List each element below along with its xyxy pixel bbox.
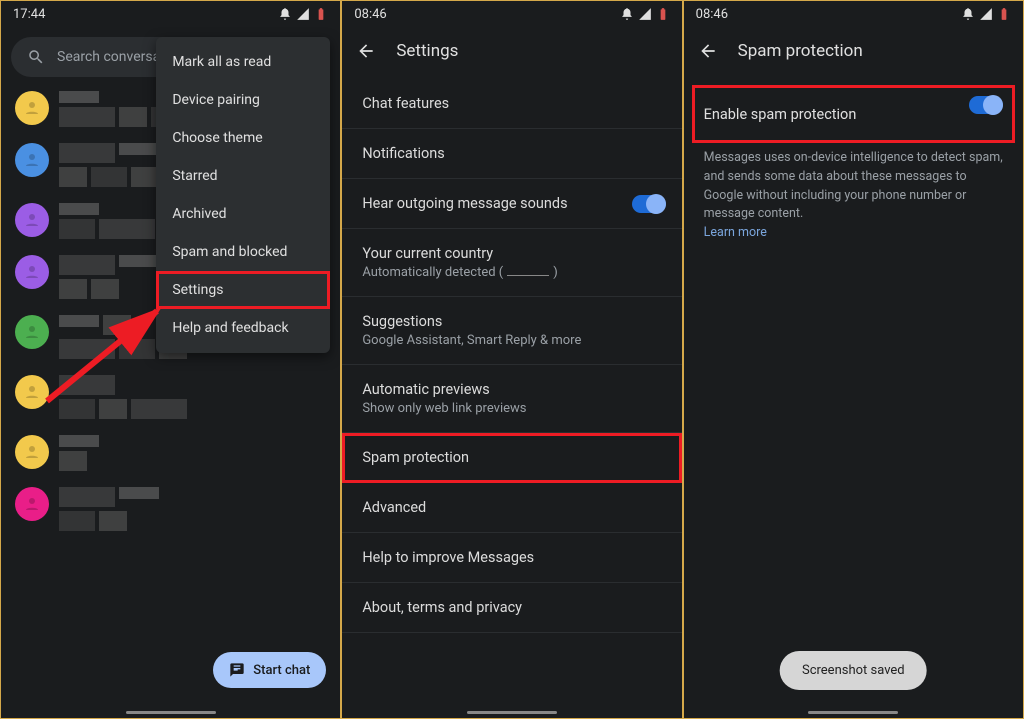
setting-chat-features[interactable]: Chat features (342, 79, 681, 129)
avatar (15, 315, 49, 349)
setting-sub: Automatically detected () (362, 265, 661, 280)
conversation-item[interactable] (5, 427, 336, 479)
setting-previews[interactable]: Automatic previews Show only web link pr… (342, 365, 681, 433)
avatar (15, 255, 49, 289)
learn-more-link[interactable]: Learn more (704, 225, 767, 240)
toggle-on[interactable] (632, 195, 666, 213)
status-icons (961, 7, 1011, 21)
screenshot-toast[interactable]: Screenshot saved (780, 651, 927, 690)
signal-icon (638, 7, 652, 21)
menu-archived[interactable]: Archived (156, 195, 330, 233)
spam-title: Spam protection (738, 41, 863, 61)
conversation-item[interactable] (5, 479, 336, 539)
menu-choose-theme[interactable]: Choose theme (156, 119, 330, 157)
nav-handle[interactable] (808, 711, 898, 714)
setting-suggestions[interactable]: Suggestions Google Assistant, Smart Repl… (342, 297, 681, 365)
settings-title: Settings (396, 41, 458, 61)
setting-advanced[interactable]: Advanced (342, 483, 681, 533)
clock: 08:46 (354, 7, 386, 22)
status-bar: 08:46 (684, 1, 1023, 27)
avatar (15, 143, 49, 177)
nav-handle[interactable] (467, 711, 557, 714)
panel-spam-protection: 08:46 Spam protection Enable spam protec… (683, 0, 1024, 719)
menu-starred[interactable]: Starred (156, 157, 330, 195)
spam-description: Messages uses on-device intelligence to … (684, 143, 1023, 249)
start-chat-button[interactable]: Start chat (213, 652, 326, 688)
settings-list: Chat features Notifications Hear outgoin… (342, 79, 681, 633)
clock: 17:44 (13, 7, 45, 22)
nav-handle[interactable] (126, 711, 216, 714)
signal-icon (296, 7, 310, 21)
search-placeholder: Search conversat (57, 49, 165, 65)
back-icon[interactable] (356, 41, 376, 61)
setting-country[interactable]: Your current country Automatically detec… (342, 229, 681, 297)
avatar (15, 375, 49, 409)
setting-about[interactable]: About, terms and privacy (342, 583, 681, 633)
battery-icon (314, 7, 328, 21)
chat-icon (229, 662, 245, 678)
toggle-label: Enable spam protection (704, 106, 857, 123)
panel-conversations: 17:44 Search conversat (0, 0, 341, 719)
notification-off-icon (278, 7, 292, 21)
avatar (15, 91, 49, 125)
clock: 08:46 (696, 7, 728, 22)
status-bar: 08:46 (342, 1, 681, 27)
status-icons (278, 7, 328, 21)
panel-settings: 08:46 Settings Chat features Notificatio… (341, 0, 682, 719)
setting-label: Your current country (362, 245, 661, 262)
setting-sub: Show only web link previews (362, 401, 661, 416)
settings-header: Settings (342, 27, 681, 79)
battery-icon (997, 7, 1011, 21)
avatar (15, 203, 49, 237)
search-icon (27, 48, 45, 66)
enable-spam-row[interactable]: Enable spam protection (692, 85, 1015, 143)
signal-icon (979, 7, 993, 21)
overflow-menu: Mark all as read Device pairing Choose t… (156, 37, 330, 353)
notification-off-icon (961, 7, 975, 21)
setting-spam-protection[interactable]: Spam protection (342, 433, 681, 483)
menu-device-pairing[interactable]: Device pairing (156, 81, 330, 119)
toggle-on[interactable] (969, 96, 1003, 114)
avatar (15, 435, 49, 469)
status-icons (620, 7, 670, 21)
setting-hear-outgoing[interactable]: Hear outgoing message sounds (342, 179, 681, 229)
setting-label: Automatic previews (362, 381, 661, 398)
avatar (15, 487, 49, 521)
notification-off-icon (620, 7, 634, 21)
setting-help-improve[interactable]: Help to improve Messages (342, 533, 681, 583)
menu-mark-all-read[interactable]: Mark all as read (156, 43, 330, 81)
menu-spam-blocked[interactable]: Spam and blocked (156, 233, 330, 271)
back-icon[interactable] (698, 41, 718, 61)
fab-label: Start chat (253, 663, 310, 678)
battery-icon (656, 7, 670, 21)
setting-label: Suggestions (362, 313, 661, 330)
spam-header: Spam protection (684, 27, 1023, 79)
setting-sub: Google Assistant, Smart Reply & more (362, 333, 661, 348)
menu-settings[interactable]: Settings (156, 271, 330, 309)
status-bar: 17:44 (1, 1, 340, 27)
conversation-item[interactable] (5, 367, 336, 427)
setting-notifications[interactable]: Notifications (342, 129, 681, 179)
setting-label: Hear outgoing message sounds (362, 195, 567, 212)
menu-help-feedback[interactable]: Help and feedback (156, 309, 330, 347)
